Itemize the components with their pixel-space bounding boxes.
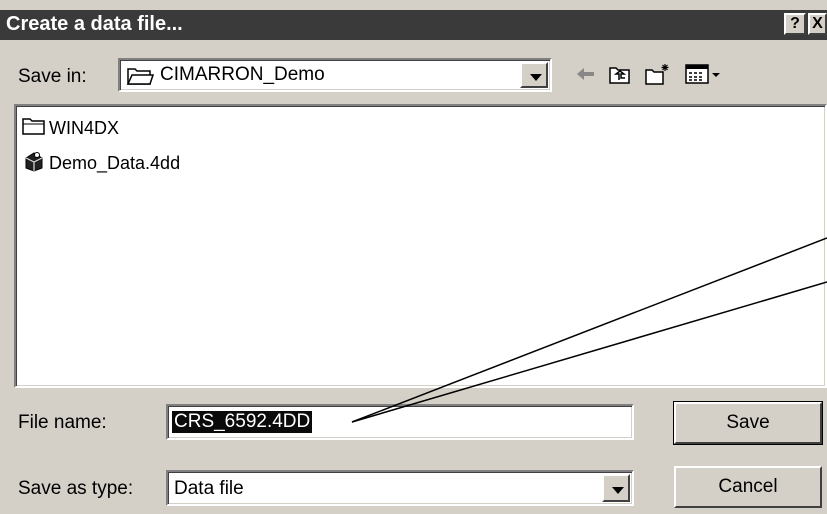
callout-lines: [351, 237, 827, 423]
